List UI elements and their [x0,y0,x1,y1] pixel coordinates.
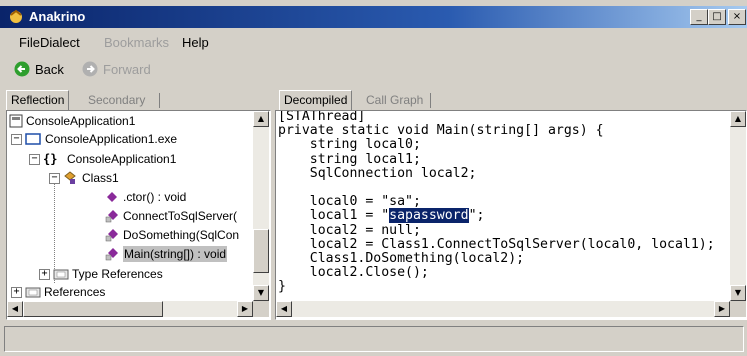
app-icon [10,9,22,23]
private-method-icon [105,229,118,242]
tree-item-label: Main(string[]) : void [123,246,228,262]
tree-item-label: Class1 [82,171,119,185]
folder-icon [25,287,41,298]
tree-item-label: ConsoleApplication1 [67,152,177,166]
tab-call-graph[interactable]: Call Graph [362,91,427,109]
tree-item-label: References [44,285,106,299]
tab-decompiled[interactable]: Decompiled [279,90,353,112]
forward-button[interactable]: Forward [82,60,162,80]
right-tabs: Decompiled Call Graph [275,88,747,112]
scroll-down-icon[interactable]: ▼ [253,285,269,301]
back-label: Back [35,62,64,77]
tree-item-label: ConnectToSqlServer( [123,209,238,223]
code-selection: sapassword [389,208,469,224]
namespace-icon: {} [43,152,58,166]
menu-bookmarks[interactable]: Bookmarks [104,35,169,50]
left-tabs: Reflection Secondary [6,88,271,112]
private-method-icon [105,210,118,223]
minimize-button[interactable]: _ [690,9,708,25]
close-button[interactable]: × [728,9,746,25]
menu-file[interactable]: File [19,35,40,50]
tree-item-label: ConsoleApplication1 [26,114,136,128]
code-text: [STAThread] private static void Main(str… [278,110,604,224]
menu-bar: File Dialect Bookmarks Help [0,31,747,53]
class-icon [64,171,76,184]
forward-label: Forward [103,62,151,77]
tab-divider [159,93,160,108]
title-bar[interactable]: Anakrino _ □ × [0,6,747,28]
forward-arrow-icon [82,61,98,77]
assembly-icon [9,114,23,128]
scroll-corner [253,301,269,317]
left-panel: Reflection Secondary ConsoleApplication1… [6,88,271,320]
expander-collapse[interactable]: − [29,154,40,165]
module-icon [25,133,41,145]
window-title: Anakrino [29,9,86,24]
expander-expand[interactable]: + [11,287,22,298]
back-arrow-icon [14,61,30,77]
tree-item-label: Type References [72,267,163,281]
tree-item-label: .ctor() : void [123,190,187,204]
folder-icon [53,269,69,280]
scroll-thumb[interactable] [253,229,269,273]
decompiled-code[interactable]: [STAThread] private static void Main(str… [278,110,715,295]
code-vertical-scrollbar[interactable]: ▲ ▼ [730,111,746,301]
scroll-up-icon[interactable]: ▲ [253,111,269,127]
code-horizontal-scrollbar[interactable]: ◀ ▶ [276,301,730,317]
scroll-down-icon[interactable]: ▼ [730,285,746,301]
maximize-button[interactable]: □ [708,9,726,25]
application-window: Anakrino _ □ × File Dialect Bookmarks He… [0,0,747,356]
scroll-up-icon[interactable]: ▲ [730,111,746,127]
private-method-icon [105,248,118,261]
scroll-right-icon[interactable]: ▶ [237,301,253,317]
tree-item-label: DoSomething(SqlCon [123,228,240,242]
method-icon [107,192,117,202]
scroll-left-icon[interactable]: ◀ [7,301,23,317]
expander-collapse[interactable]: − [11,134,22,145]
tab-reflection[interactable]: Reflection [6,90,70,112]
scroll-right-icon[interactable]: ▶ [714,301,730,317]
expander-expand[interactable]: + [39,269,50,280]
tree-item-label: ConsoleApplication1.exe [45,132,178,146]
back-button[interactable]: Back [14,60,74,80]
toolbar: Back Forward [0,56,747,84]
code-view[interactable]: [STAThread] private static void Main(str… [275,110,747,320]
status-bar [4,326,744,352]
tree-view[interactable]: ConsoleApplication1 − ConsoleApplication… [6,110,271,320]
tree-vertical-scrollbar[interactable]: ▲ ▼ [253,111,269,301]
menu-help[interactable]: Help [182,35,209,50]
scroll-corner [730,301,746,317]
right-panel: Decompiled Call Graph [STAThread] privat… [275,88,747,320]
tree-horizontal-scrollbar[interactable]: ◀ ▶ [7,301,253,317]
scroll-thumb[interactable] [23,301,163,317]
tab-divider [430,93,431,108]
scroll-left-icon[interactable]: ◀ [276,301,292,317]
menu-dialect[interactable]: Dialect [40,35,80,50]
tab-secondary[interactable]: Secondary [84,91,149,109]
